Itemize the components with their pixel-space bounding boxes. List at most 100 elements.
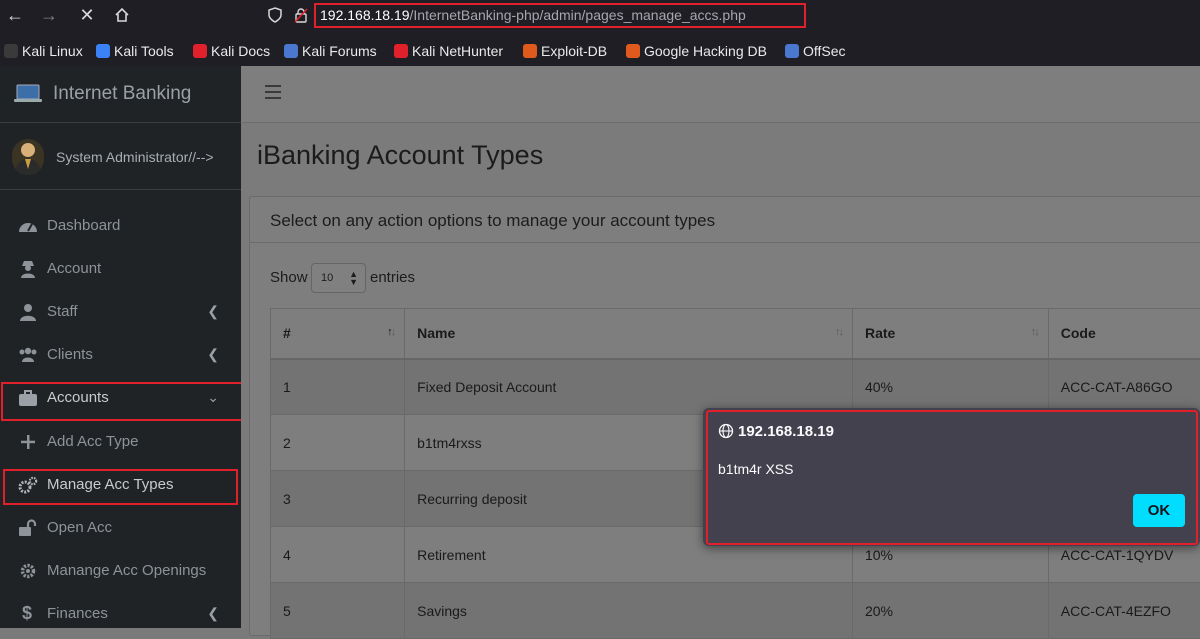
sidebar-item-label: Finances xyxy=(47,605,108,622)
user-secret-icon xyxy=(18,260,38,278)
sidebar-item-account[interactable]: Account xyxy=(0,250,241,288)
url-security-icons xyxy=(264,4,314,26)
bookmark-label: Kali NetHunter xyxy=(412,43,503,59)
bookmark-kali-docs[interactable]: Kali Docs xyxy=(193,40,270,62)
sidebar-item-staff[interactable]: Staff ❮ xyxy=(0,293,241,331)
dollar-icon: $ xyxy=(22,603,42,621)
chevron-left-icon: ❮ xyxy=(207,605,219,622)
page-title: iBanking Account Types xyxy=(257,140,543,171)
user-tie-icon xyxy=(18,303,38,321)
sidebar-item-label: Dashboard xyxy=(47,217,120,234)
kali-docs-icon xyxy=(193,44,207,58)
browser-toolbar: ← → ✕ 192.168.18.19/InternetBanking-php/… xyxy=(0,0,1200,30)
insecure-lock-icon[interactable] xyxy=(294,7,308,23)
exploit-db-icon xyxy=(523,44,537,58)
sidebar-item-label: Staff xyxy=(47,303,78,320)
card-header: Select on any action options to manage y… xyxy=(250,197,1200,243)
sidebar-item-label: Add Acc Type xyxy=(47,433,138,450)
sidebar-item-label: Account xyxy=(47,260,101,277)
table-header-row: # ↑↓ Name ↑↓ Rate↑↓ Code xyxy=(271,309,1200,359)
cell-number: 3 xyxy=(271,471,405,527)
brand[interactable]: Internet Banking xyxy=(0,66,241,123)
hamburger-menu-icon[interactable] xyxy=(265,85,281,99)
bookmark-label: Kali Docs xyxy=(211,43,270,59)
bookmark-label: Kali Linux xyxy=(22,43,83,59)
accounts-highlight-box xyxy=(1,382,243,421)
cell-number: 1 xyxy=(271,359,405,415)
column-header-code[interactable]: Code xyxy=(1048,309,1200,359)
table-row: 1 Fixed Deposit Account 40% ACC-CAT-A86G… xyxy=(271,359,1200,415)
cell-rate: 20% xyxy=(852,583,1048,639)
column-header-number[interactable]: # ↑↓ xyxy=(271,309,405,359)
bookmark-offsec[interactable]: OffSec xyxy=(785,40,846,62)
chevron-left-icon: ❮ xyxy=(207,346,219,363)
sort-icon: ↑↓ xyxy=(835,326,842,338)
column-label: # xyxy=(283,325,291,341)
sidebar-item-add-acc-type[interactable]: Add Acc Type xyxy=(0,423,241,461)
home-icon[interactable] xyxy=(109,2,135,28)
bookmark-google-hacking-db[interactable]: Google Hacking DB xyxy=(626,40,767,62)
column-header-rate[interactable]: Rate↑↓ xyxy=(852,309,1048,359)
cell-rate: 40% xyxy=(852,359,1048,415)
bookmark-label: Exploit-DB xyxy=(541,43,607,59)
dialog-highlight-box xyxy=(706,410,1198,545)
nethunter-icon xyxy=(394,44,408,58)
bookmark-label: Google Hacking DB xyxy=(644,43,767,59)
sidebar-item-label: Open Acc xyxy=(47,519,112,536)
cell-name: Savings xyxy=(405,583,853,639)
admin-avatar-icon xyxy=(12,139,44,175)
entries-select-value: 10 xyxy=(321,272,333,284)
entries-select[interactable]: 10 ▲▼ xyxy=(311,263,366,293)
column-label: Code xyxy=(1061,325,1096,341)
kali-tools-icon xyxy=(96,44,110,58)
bookmark-label: OffSec xyxy=(803,43,846,59)
ghdb-icon xyxy=(626,44,640,58)
bookmark-kali-tools[interactable]: Kali Tools xyxy=(96,40,174,62)
sidebar-item-label: Manange Acc Openings xyxy=(47,562,206,579)
sidebar-item-open-acc[interactable]: Open Acc xyxy=(0,509,241,547)
kali-dragon-icon xyxy=(4,44,18,58)
manage-acc-types-highlight-box xyxy=(3,469,238,505)
kali-forums-icon xyxy=(284,44,298,58)
bookmark-label: Kali Forums xyxy=(302,43,377,59)
bookmarks-bar: Kali Linux Kali Tools Kali Docs Kali For… xyxy=(0,36,1200,66)
sidebar-item-finances[interactable]: $ Finances ❮ xyxy=(0,595,241,633)
column-header-name[interactable]: Name ↑↓ xyxy=(405,309,853,359)
cell-code: ACC-CAT-A86GO xyxy=(1048,359,1200,415)
gear-icon xyxy=(18,562,38,580)
sort-asc-icon: ↑↓ xyxy=(387,326,394,338)
brand-name: Internet Banking xyxy=(53,83,191,105)
bookmark-kali-linux[interactable]: Kali Linux xyxy=(4,40,83,62)
laptop-icon xyxy=(13,84,43,104)
bookmark-kali-forums[interactable]: Kali Forums xyxy=(284,40,377,62)
cell-number: 5 xyxy=(271,583,405,639)
sidebar-item-dashboard[interactable]: Dashboard xyxy=(0,207,241,245)
bookmark-exploit-db[interactable]: Exploit-DB xyxy=(523,40,607,62)
sidebar-item-clients[interactable]: Clients ❮ xyxy=(0,336,241,374)
shield-icon[interactable] xyxy=(268,7,282,23)
sidebar-item-label: Clients xyxy=(47,346,93,363)
user-panel[interactable]: System Administrator//--> xyxy=(0,123,241,190)
forward-icon[interactable]: → xyxy=(36,2,62,28)
column-label: Name xyxy=(417,325,455,341)
user-name: System Administrator//--> xyxy=(56,149,214,165)
offsec-icon xyxy=(785,44,799,58)
chevron-left-icon: ❮ xyxy=(207,303,219,320)
bookmark-kali-nethunter[interactable]: Kali NetHunter xyxy=(394,40,503,62)
table-row: 5 Savings 20% ACC-CAT-4EZFO xyxy=(271,583,1200,639)
users-icon xyxy=(18,346,38,364)
url-bar[interactable]: 192.168.18.19/InternetBanking-php/admin/… xyxy=(314,3,806,28)
entries-label: entries xyxy=(370,269,415,286)
cell-number: 2 xyxy=(271,415,405,471)
select-arrows-icon: ▲▼ xyxy=(349,270,358,286)
url-host: 192.168.18.19 xyxy=(320,7,410,23)
column-label: Rate xyxy=(865,325,895,341)
plus-icon xyxy=(18,433,38,451)
cell-name: Fixed Deposit Account xyxy=(405,359,853,415)
back-icon[interactable]: ← xyxy=(2,2,28,28)
tachometer-icon xyxy=(18,217,38,235)
sidebar-item-manage-acc-openings[interactable]: Manange Acc Openings xyxy=(0,552,241,590)
cell-number: 4 xyxy=(271,527,405,583)
stop-icon[interactable]: ✕ xyxy=(74,2,100,28)
sidebar: Internet Banking System Administrator//-… xyxy=(0,66,241,628)
